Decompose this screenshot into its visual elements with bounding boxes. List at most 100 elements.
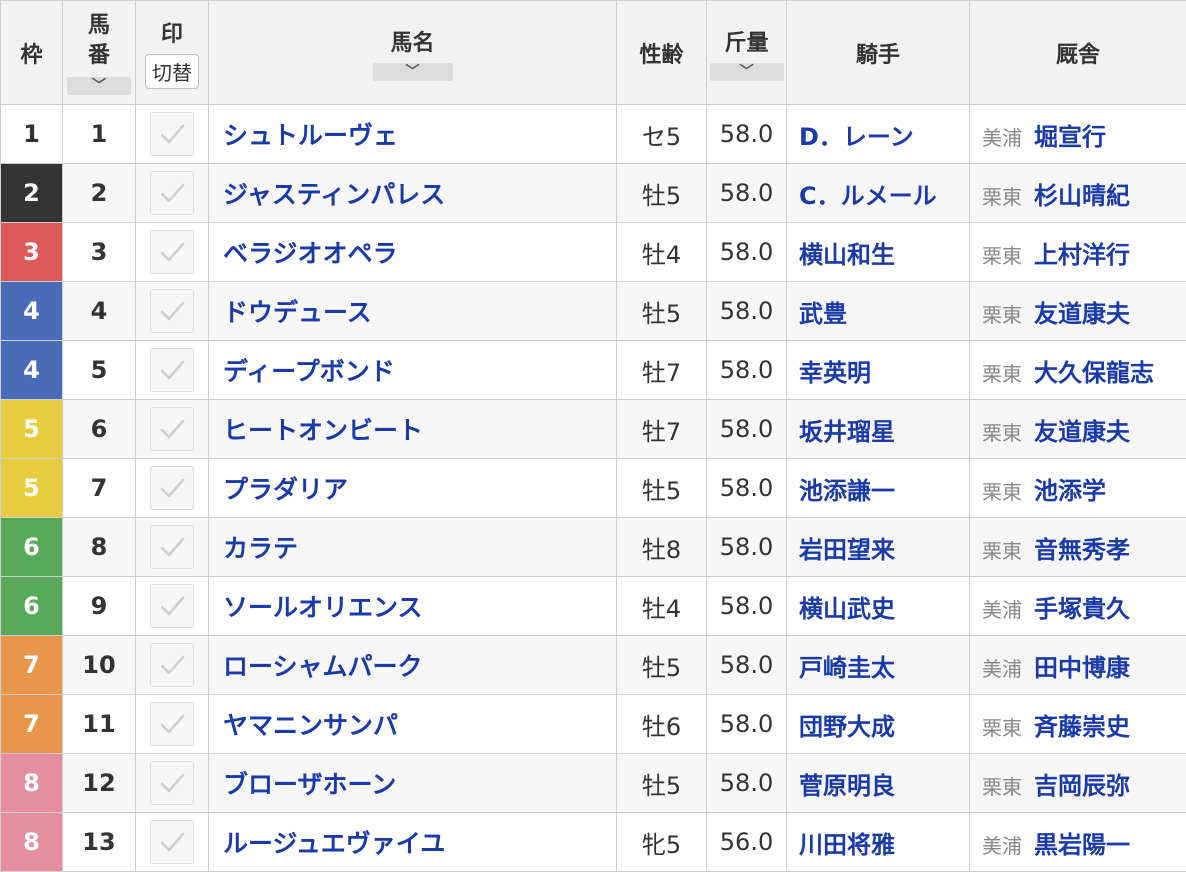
horse-name-link[interactable]: ジャスティンパレス [208, 163, 617, 223]
horse-number: 7 [62, 458, 136, 518]
weight: 58.0 [706, 576, 787, 636]
jockey-link[interactable]: 川田将雅 [786, 812, 970, 872]
checkmark-icon [151, 231, 193, 273]
horse-name-link[interactable]: プラダリア [208, 458, 617, 518]
jockey-link[interactable]: 菅原明良 [786, 753, 970, 813]
trainer-link[interactable]: 杉山晴紀 [1034, 182, 1130, 210]
weight: 58.0 [706, 104, 787, 164]
waku-cell: 1 [0, 104, 63, 164]
mark-checkbox[interactable] [150, 702, 194, 746]
weight: 58.0 [706, 340, 787, 400]
stable-region: 栗東 [982, 361, 1022, 386]
stable-region: 美浦 [982, 833, 1022, 858]
stable-cell: 栗東 友道康夫 [969, 399, 1186, 459]
checkmark-icon [151, 526, 193, 568]
checkmark-icon [151, 172, 193, 214]
jockey-link[interactable]: 武豊 [786, 281, 970, 341]
horse-number: 10 [62, 635, 136, 695]
sort-horse-name-button[interactable]: ﹀ [372, 62, 453, 81]
mark-checkbox[interactable] [150, 643, 194, 687]
trainer-link[interactable]: 堀宣行 [1034, 123, 1106, 151]
mark-checkbox[interactable] [150, 407, 194, 451]
mark-checkbox[interactable] [150, 820, 194, 864]
trainer-link[interactable]: 上村洋行 [1034, 241, 1130, 269]
mark-checkbox[interactable] [150, 584, 194, 628]
jockey-link[interactable]: C．ルメール [786, 163, 970, 223]
trainer-link[interactable]: 大久保龍志 [1034, 359, 1154, 387]
horse-number: 2 [62, 163, 136, 223]
checkmark-icon [151, 349, 193, 391]
trainer-link[interactable]: 音無秀孝 [1034, 536, 1130, 564]
horse-name-link[interactable]: ローシャムパーク [208, 635, 617, 695]
horse-name-link[interactable]: ルージュエヴァイユ [208, 812, 617, 872]
mark-cell [135, 576, 209, 636]
table-row: 1 1 シュトルーヴェ セ5 58.0 D．レーン 美浦 堀宣行 [0, 104, 1186, 164]
horse-number: 5 [62, 340, 136, 400]
jockey-link[interactable]: 戸崎圭太 [786, 635, 970, 695]
sort-umaban-button[interactable]: ﹀ [67, 76, 131, 95]
mark-checkbox[interactable] [150, 289, 194, 333]
trainer-link[interactable]: 池添学 [1034, 477, 1106, 505]
checkmark-icon [151, 113, 193, 155]
stable-cell: 美浦 黒岩陽一 [969, 812, 1186, 872]
trainer-link[interactable]: 友道康夫 [1034, 418, 1130, 446]
waku-cell: 7 [0, 694, 63, 754]
jockey-link[interactable]: 岩田望来 [786, 517, 970, 577]
horse-name-link[interactable]: カラテ [208, 517, 617, 577]
trainer-link[interactable]: 斉藤崇史 [1034, 713, 1130, 741]
trainer-link[interactable]: 手塚貴久 [1034, 595, 1130, 623]
mark-checkbox[interactable] [150, 348, 194, 392]
sex-age: 牡5 [616, 281, 707, 341]
waku-cell: 5 [0, 399, 63, 459]
mark-checkbox[interactable] [150, 230, 194, 274]
stable-cell: 栗東 吉岡辰弥 [969, 753, 1186, 813]
waku-cell: 3 [0, 222, 63, 282]
jockey-header: 騎手 [786, 0, 970, 105]
stable-region: 美浦 [982, 656, 1022, 681]
jockey-link[interactable]: 横山和生 [786, 222, 970, 282]
weight: 58.0 [706, 694, 787, 754]
sex-age-header: 性齢 [616, 0, 707, 105]
horse-name-link[interactable]: ヒートオンビート [208, 399, 617, 459]
mark-checkbox[interactable] [150, 466, 194, 510]
mark-cell [135, 222, 209, 282]
trainer-link[interactable]: 友道康夫 [1034, 300, 1130, 328]
mark-checkbox[interactable] [150, 171, 194, 215]
horse-name-link[interactable]: ベラジオオペラ [208, 222, 617, 282]
stable-cell: 美浦 田中博康 [969, 635, 1186, 695]
table-row: 8 13 ルージュエヴァイユ 牝5 56.0 川田将雅 美浦 黒岩陽一 [0, 812, 1186, 872]
sex-age: 牡5 [616, 163, 707, 223]
trainer-link[interactable]: 田中博康 [1034, 654, 1130, 682]
jockey-link[interactable]: 団野大成 [786, 694, 970, 754]
mark-checkbox[interactable] [150, 112, 194, 156]
horse-name-link[interactable]: ディープボンド [208, 340, 617, 400]
mark-cell [135, 104, 209, 164]
weight-header: 斤量 ﹀ [706, 0, 787, 105]
mark-checkbox[interactable] [150, 761, 194, 805]
table-row: 8 12 ブローザホーン 牡5 58.0 菅原明良 栗東 吉岡辰弥 [0, 753, 1186, 813]
horse-name-header: 馬名 ﹀ [208, 0, 617, 105]
mark-cell [135, 399, 209, 459]
jockey-link[interactable]: 坂井瑠星 [786, 399, 970, 459]
jockey-link[interactable]: 池添謙一 [786, 458, 970, 518]
horse-name-link[interactable]: ヤマニンサンパ [208, 694, 617, 754]
stable-region: 栗東 [982, 184, 1022, 209]
jockey-link[interactable]: 幸英明 [786, 340, 970, 400]
sort-weight-button[interactable]: ﹀ [709, 62, 784, 81]
trainer-link[interactable]: 吉岡辰弥 [1034, 772, 1130, 800]
waku-cell: 6 [0, 517, 63, 577]
horse-name-link[interactable]: ソールオリエンス [208, 576, 617, 636]
horse-name-link[interactable]: ブローザホーン [208, 753, 617, 813]
jockey-link[interactable]: 横山武史 [786, 576, 970, 636]
trainer-link[interactable]: 黒岩陽一 [1034, 831, 1130, 859]
horse-name-link[interactable]: ドウデュース [208, 281, 617, 341]
horse-number: 6 [62, 399, 136, 459]
mark-checkbox[interactable] [150, 525, 194, 569]
weight: 58.0 [706, 281, 787, 341]
race-entry-table: 枠 馬番 ﹀ 印 切替 馬名 ﹀ 性齢 斤量 ﹀ 騎手 厩舎 1 1 シュトルー… [0, 0, 1186, 872]
jockey-link[interactable]: D．レーン [786, 104, 970, 164]
horse-name-link[interactable]: シュトルーヴェ [208, 104, 617, 164]
mark-toggle-button[interactable]: 切替 [145, 54, 199, 89]
table-row: 2 2 ジャスティンパレス 牡5 58.0 C．ルメール 栗東 杉山晴紀 [0, 163, 1186, 223]
table-row: 6 8 カラテ 牡8 58.0 岩田望来 栗東 音無秀孝 [0, 517, 1186, 577]
